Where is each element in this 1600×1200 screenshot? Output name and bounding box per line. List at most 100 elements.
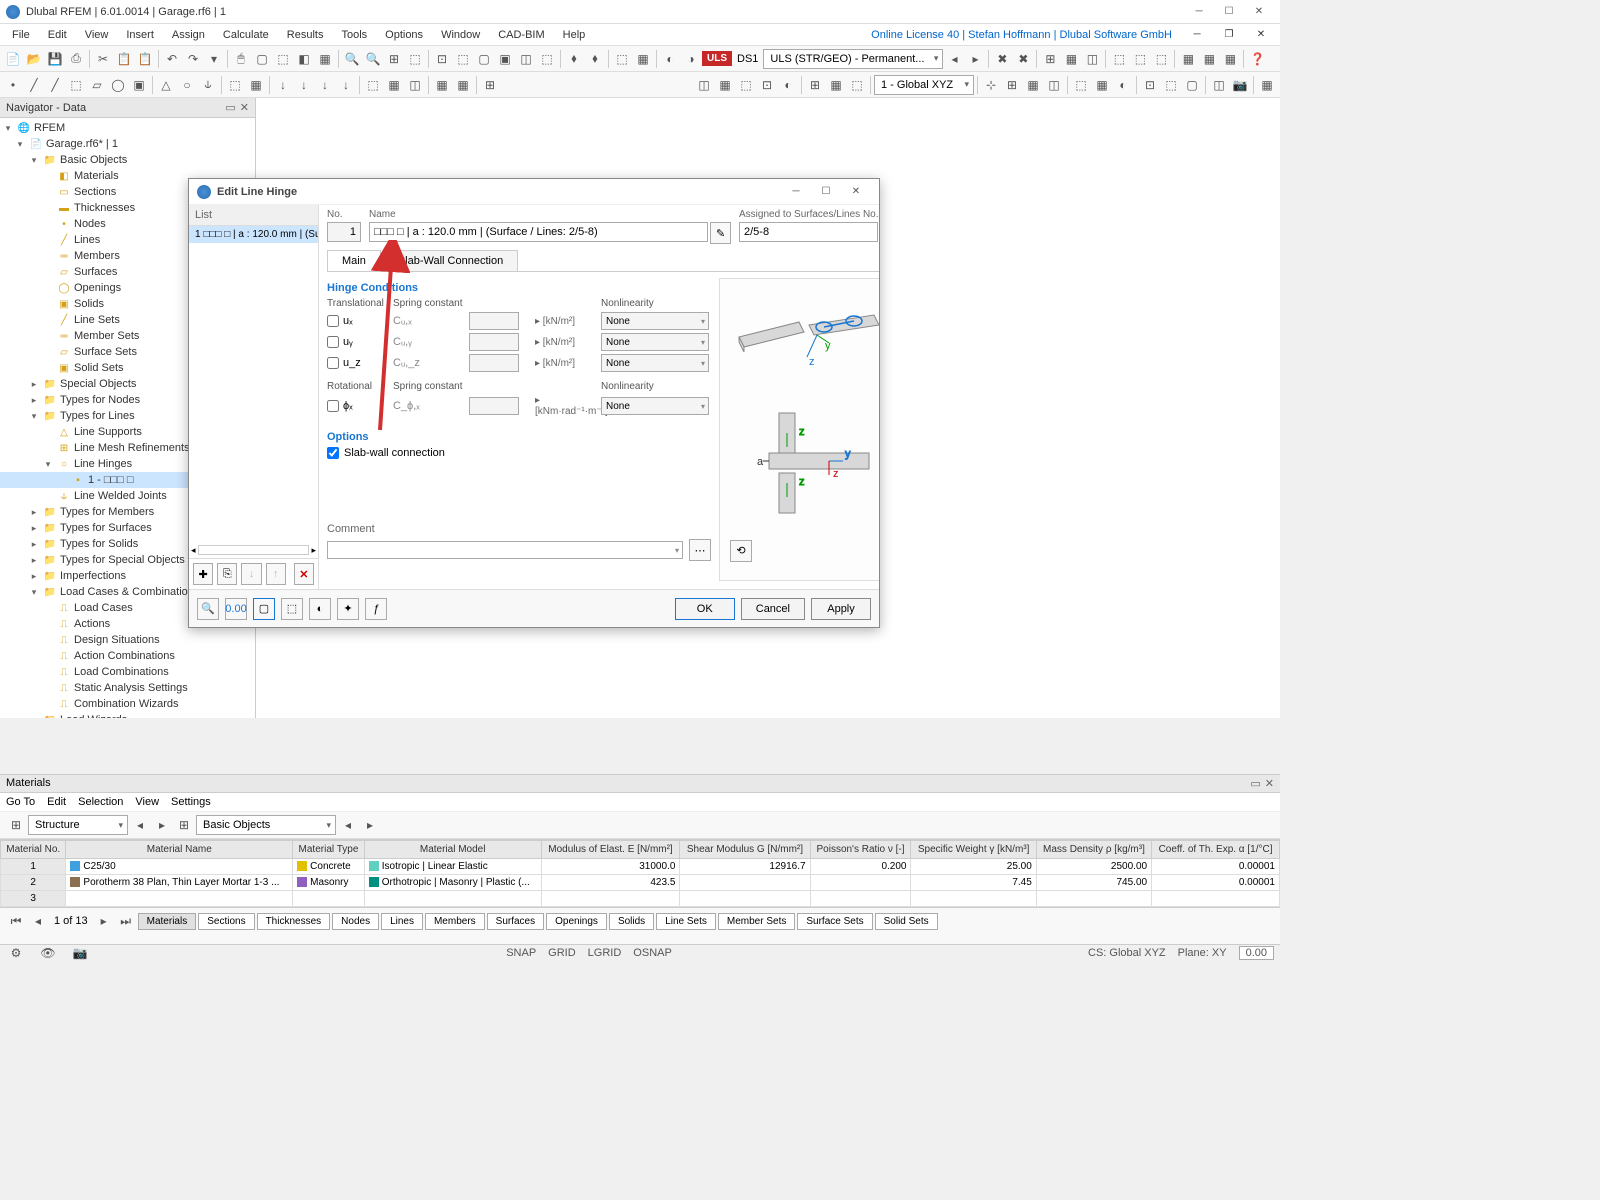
footer-zoom-icon[interactable]: 🔍 — [197, 598, 219, 620]
nonlinearity-combo[interactable]: None — [601, 312, 709, 330]
toolbar-icon[interactable]: ✖ — [1013, 49, 1033, 69]
toolbar-icon[interactable]: ▣ — [129, 75, 149, 95]
materials-menu-goto[interactable]: Go To — [6, 796, 35, 808]
toolbar-icon[interactable]: ▦ — [1220, 49, 1240, 69]
toolbar-icon[interactable]: ⬚ — [453, 49, 473, 69]
material-tab[interactable]: Surfaces — [487, 913, 544, 930]
toolbar-icon[interactable]: 🖱 — [231, 49, 251, 69]
doc-close-button[interactable]: ✕ — [1246, 25, 1276, 45]
table-header[interactable]: Material No. — [1, 841, 66, 859]
toolbar-icon[interactable]: ▢ — [474, 49, 494, 69]
mat-nav-next[interactable]: ▸ — [152, 815, 172, 835]
toolbar-icon[interactable]: 📂 — [24, 49, 44, 69]
minimize-button[interactable]: ─ — [1184, 2, 1214, 22]
name-input[interactable] — [369, 222, 708, 242]
menu-results[interactable]: Results — [279, 26, 332, 44]
toolbar-icon[interactable]: ⬚ — [1071, 75, 1091, 95]
toolbar-icon[interactable]: ▦ — [715, 75, 735, 95]
toolbar-icon[interactable]: ⬚ — [1161, 75, 1181, 95]
nonlinearity-combo[interactable]: None — [601, 333, 709, 351]
toolbar-icon[interactable]: ▦ — [246, 75, 266, 95]
toolbar-icon[interactable]: ▦ — [1199, 49, 1219, 69]
dof-checkbox[interactable] — [327, 336, 339, 348]
mat-tree2-icon[interactable]: ⊞ — [174, 815, 194, 835]
toolbar-icon[interactable]: ❓ — [1247, 49, 1267, 69]
toolbar-icon[interactable]: ◂ — [944, 49, 964, 69]
materials-menu-view[interactable]: View — [135, 796, 159, 808]
material-tab[interactable]: Openings — [546, 913, 607, 930]
dialog-close[interactable]: ✕ — [841, 182, 871, 202]
toolbar-icon[interactable]: ⊞ — [1040, 49, 1060, 69]
material-tab[interactable]: Member Sets — [718, 913, 795, 930]
toolbar-icon[interactable]: ⬚ — [1151, 49, 1171, 69]
status-lgrid[interactable]: LGRID — [588, 947, 622, 959]
toolbar-icon[interactable]: 🔍 — [363, 49, 383, 69]
spring-input[interactable] — [469, 354, 519, 372]
toolbar-icon[interactable]: ▣ — [495, 49, 515, 69]
toolbar-icon[interactable]: 🔍 — [342, 49, 362, 69]
toolbar-icon[interactable]: ▦ — [1092, 75, 1112, 95]
toolbar-icon[interactable]: ◐ — [660, 49, 680, 69]
tab-last[interactable]: ⏭ — [116, 911, 136, 931]
table-header[interactable]: Poisson's Ratio ν [-] — [810, 841, 911, 859]
list-scroll-right[interactable]: ▸ — [311, 545, 316, 556]
toolbar-icon[interactable]: ⊞ — [805, 75, 825, 95]
toolbar-icon[interactable]: ⬚ — [736, 75, 756, 95]
dof-checkbox[interactable] — [327, 357, 339, 369]
toolbar-icon[interactable]: ▦ — [1061, 49, 1081, 69]
footer-view3-icon[interactable]: ◐ — [309, 598, 331, 620]
tree-file[interactable]: ▾📄Garage.rf6* | 1 — [0, 136, 255, 152]
footer-units-icon[interactable]: 0.00 — [225, 598, 247, 620]
toolbar-icon[interactable]: ▦ — [1178, 49, 1198, 69]
sort-asc-button[interactable]: ↓ — [241, 563, 261, 585]
toolbar-icon[interactable]: △ — [156, 75, 176, 95]
status-grid[interactable]: GRID — [548, 947, 576, 959]
dof-checkbox[interactable] — [327, 315, 339, 327]
materials-menu-settings[interactable]: Settings — [171, 796, 211, 808]
toolbar-icon[interactable]: ◫ — [1082, 49, 1102, 69]
footer-view4-icon[interactable]: ✦ — [337, 598, 359, 620]
tab-main[interactable]: Main — [327, 250, 381, 271]
tree-item[interactable]: ⎍Static Analysis Settings — [0, 680, 255, 696]
table-header[interactable]: Modulus of Elast. E [N/mm²] — [541, 841, 680, 859]
toolbar-icon[interactable]: ⬚ — [225, 75, 245, 95]
toolbar-icon[interactable]: ○ — [177, 75, 197, 95]
spring-input[interactable] — [469, 312, 519, 330]
dof-checkbox[interactable] — [327, 400, 339, 412]
slab-wall-checkbox[interactable] — [327, 447, 339, 459]
mat-tree-icon[interactable]: ⊞ — [6, 815, 26, 835]
spring-input[interactable] — [469, 333, 519, 351]
toolbar-icon[interactable]: ↓ — [294, 75, 314, 95]
toolbar-icon[interactable]: ⊞ — [1002, 75, 1022, 95]
tree-item[interactable]: ⎍Design Situations — [0, 632, 255, 648]
toolbar-icon[interactable]: ⬚ — [1130, 49, 1150, 69]
list-scroll-left[interactable]: ◂ — [191, 545, 196, 556]
materials-menu-edit[interactable]: Edit — [47, 796, 66, 808]
mat-combo-structure[interactable]: Structure — [28, 815, 128, 835]
toolbar-icon[interactable]: ◫ — [1209, 75, 1229, 95]
toolbar-icon[interactable]: ⬚ — [405, 49, 425, 69]
spring-input[interactable] — [469, 397, 519, 415]
toolbar-icon[interactable]: 📋 — [135, 49, 155, 69]
toolbar-icon[interactable]: ▦ — [384, 75, 404, 95]
material-tab[interactable]: Thicknesses — [257, 913, 331, 930]
mat-combo-basic[interactable]: Basic Objects — [196, 815, 336, 835]
toolbar-icon[interactable]: ▦ — [1257, 75, 1277, 95]
table-row[interactable]: 1C25/30ConcreteIsotropic | Linear Elasti… — [1, 859, 1280, 875]
status-osnap[interactable]: OSNAP — [633, 947, 672, 959]
preview-reset-button[interactable]: ⟲ — [730, 540, 752, 562]
mat-nav2-next[interactable]: ▸ — [360, 815, 380, 835]
close-button[interactable]: ✕ — [1244, 2, 1274, 22]
mat-nav2-prev[interactable]: ◂ — [338, 815, 358, 835]
tree-item[interactable]: ▾📁Basic Objects — [0, 152, 255, 168]
material-tab[interactable]: Solids — [609, 913, 654, 930]
dialog-list-item[interactable]: 1 □□□ □ | a : 120.0 mm | (Surfac — [189, 226, 318, 243]
table-header[interactable]: Material Type — [293, 841, 365, 859]
toolbar-icon[interactable]: ⊡ — [757, 75, 777, 95]
mat-nav-prev[interactable]: ◂ — [130, 815, 150, 835]
toolbar-icon[interactable]: ▸ — [965, 49, 985, 69]
tree-root[interactable]: ▾🌐RFEM — [0, 120, 255, 136]
menu-file[interactable]: File — [4, 26, 38, 44]
menu-window[interactable]: Window — [433, 26, 488, 44]
copy-item-button[interactable]: ⎘ — [217, 563, 237, 585]
